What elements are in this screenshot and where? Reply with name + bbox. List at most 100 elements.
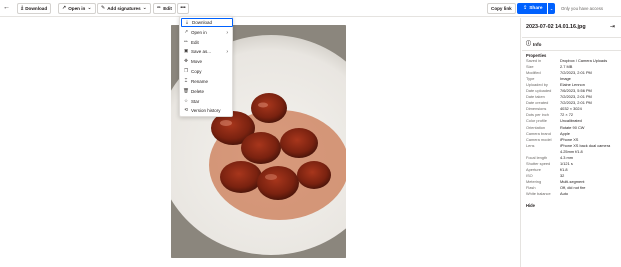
menu-item-star[interactable]: ☆ Star: [181, 97, 233, 106]
chevron-right-icon: ›: [226, 29, 228, 36]
access-status: Only you have access: [561, 6, 604, 11]
more-actions-menu: ⤓ Download ↗ Open in › ✏ Edit ▣ Save as.…: [179, 16, 233, 117]
add-signatures-button[interactable]: ✎ Add signatures ⌄: [97, 3, 151, 14]
property-row: Aperture f/1.8: [526, 167, 620, 172]
star-icon: ☆: [183, 98, 189, 104]
menu-item-download[interactable]: ⤓ Download: [181, 18, 233, 27]
property-value: Rotate 90 CW: [560, 124, 585, 130]
property-row: Orientation Rotate 90 CW: [526, 125, 620, 130]
signature-icon: ✎: [101, 5, 106, 11]
property-value: Auto: [560, 191, 569, 197]
property-row: Dimensions 4032 × 3024: [526, 106, 620, 111]
property-row: ISO 32: [526, 173, 620, 178]
property-key: Uploaded by: [526, 82, 548, 88]
property-key: Metering: [526, 178, 542, 184]
property-key: Type: [526, 76, 535, 82]
property-row: Date created 7/2/2023, 2:01 PM: [526, 100, 620, 105]
copy-link-button[interactable]: Copy link: [487, 3, 516, 14]
property-row: 4.25mm f/1.8: [526, 149, 620, 154]
property-row: Camera brand Apple: [526, 131, 620, 136]
property-value: iPhone XS: [560, 136, 579, 142]
saved-in-folder-link[interactable]: Dropbox: [560, 58, 575, 63]
property-key: ISO: [526, 172, 533, 178]
property-value: 4.3 mm: [560, 154, 573, 160]
property-value: Apple: [560, 130, 570, 136]
property-value: f/1.8: [560, 166, 568, 172]
property-value: 2.7 MB: [560, 64, 573, 69]
property-row: Focal length 4.3 mm: [526, 155, 620, 160]
open-in-icon: ↗: [184, 29, 188, 35]
property-value: 4032 × 3024: [560, 106, 582, 112]
property-value: 72 × 72: [560, 112, 574, 118]
property-value: 7/2/2023, 2:01 PM: [560, 94, 592, 100]
more-button[interactable]: •••: [177, 3, 189, 14]
property-value: 32: [560, 172, 565, 178]
menu-item-version-history[interactable]: ⟲ Version history: [181, 106, 233, 115]
menu-item-delete[interactable]: 🗑 Delete: [181, 87, 233, 96]
property-key: Camera brand: [526, 130, 551, 136]
property-key: Dimensions: [526, 106, 547, 112]
rename-icon: ⌶: [184, 78, 188, 84]
property-row: Date taken 7/2/2023, 2:01 PM: [526, 94, 620, 99]
property-value: Image: [560, 76, 571, 82]
property-key: Flash: [526, 185, 536, 190]
property-row: Lens iPhone XS back dual camera: [526, 143, 620, 148]
saved-in-folder-link[interactable]: Camera Uploads: [578, 58, 607, 63]
property-value: iPhone XS back dual camera: [560, 142, 611, 148]
edit-button[interactable]: ✏ Edit: [153, 3, 176, 14]
menu-item-open-in[interactable]: ↗ Open in ›: [181, 28, 233, 37]
more-icon: •••: [180, 5, 186, 11]
chevron-down-icon: ⌄: [142, 5, 147, 11]
menu-item-copy[interactable]: ❐ Copy: [181, 67, 233, 76]
open-in-button[interactable]: ↗ Open in ⌄: [58, 3, 96, 14]
collapse-panel-icon[interactable]: ⇥: [610, 23, 615, 30]
property-row: Flash Off, did not fire: [526, 185, 620, 190]
share-icon: ⇪: [523, 5, 528, 11]
file-name: 2023-07-02 14.01.16.jpg: [526, 24, 586, 30]
menu-item-move[interactable]: ✥ Move: [181, 57, 233, 66]
property-key: Camera model: [526, 136, 552, 142]
property-key: Date uploaded: [526, 88, 552, 94]
top-toolbar: ← ⤓ Download ↗ Open in ⌄ ✎ Add signature…: [0, 0, 621, 17]
menu-item-rename[interactable]: ⌶ Rename: [181, 77, 233, 86]
move-icon: ✥: [184, 58, 188, 64]
download-button[interactable]: ⤓ Download: [17, 3, 52, 14]
property-row: Date uploaded 7/6/2023, 5:56 PM: [526, 88, 620, 93]
save-as-icon: ▣: [183, 48, 189, 54]
trash-icon: 🗑: [183, 88, 189, 94]
property-row: Metering Multi-segment: [526, 179, 620, 184]
property-row: Shutter speed 1/121 s: [526, 161, 620, 166]
property-key: Dots per inch: [526, 112, 549, 118]
pencil-icon: ✏: [157, 5, 162, 11]
chevron-down-icon: ⌄: [87, 5, 92, 11]
property-key: Date taken: [526, 94, 545, 100]
property-value: Multi-segment: [560, 178, 585, 184]
property-key: Modified: [526, 70, 541, 76]
menu-item-edit[interactable]: ✏ Edit: [181, 38, 233, 47]
property-key: Date created: [526, 100, 549, 106]
download-icon: ⤓: [21, 5, 24, 11]
property-key: Color profile: [526, 118, 547, 124]
property-key: Lens: [526, 142, 535, 148]
property-value: Uncalibrated: [560, 118, 582, 124]
property-key: Shutter speed: [526, 160, 551, 166]
property-value: Off, did not fire: [560, 185, 586, 190]
share-options-chevron-icon[interactable]: ⌄: [547, 3, 555, 14]
info-icon: ⓘ: [526, 40, 532, 47]
back-arrow-icon[interactable]: ←: [3, 3, 10, 13]
edit-icon: ✏: [184, 39, 188, 45]
property-key: Aperture: [526, 166, 541, 172]
menu-item-save-as[interactable]: ▣ Save as... ›: [181, 47, 233, 56]
property-value: 7/6/2023, 5:56 PM: [560, 88, 592, 94]
property-row: Type Image: [526, 76, 620, 81]
open-in-icon: ↗: [62, 5, 67, 11]
tab-info[interactable]: ⓘ Info: [522, 37, 621, 51]
property-row: Color profile Uncalibrated: [526, 118, 620, 123]
share-button[interactable]: ⇪ Share ⌄: [517, 3, 555, 14]
hide-button[interactable]: Hide: [526, 203, 535, 208]
property-row: White balance Auto: [526, 191, 620, 196]
property-key: Orientation: [526, 124, 546, 130]
download-icon: ⤓: [185, 19, 189, 25]
property-row: Dots per inch 72 × 72: [526, 112, 620, 117]
info-panel: 2023-07-02 14.01.16.jpg ⇥ ⓘ Info Propert…: [520, 18, 621, 267]
